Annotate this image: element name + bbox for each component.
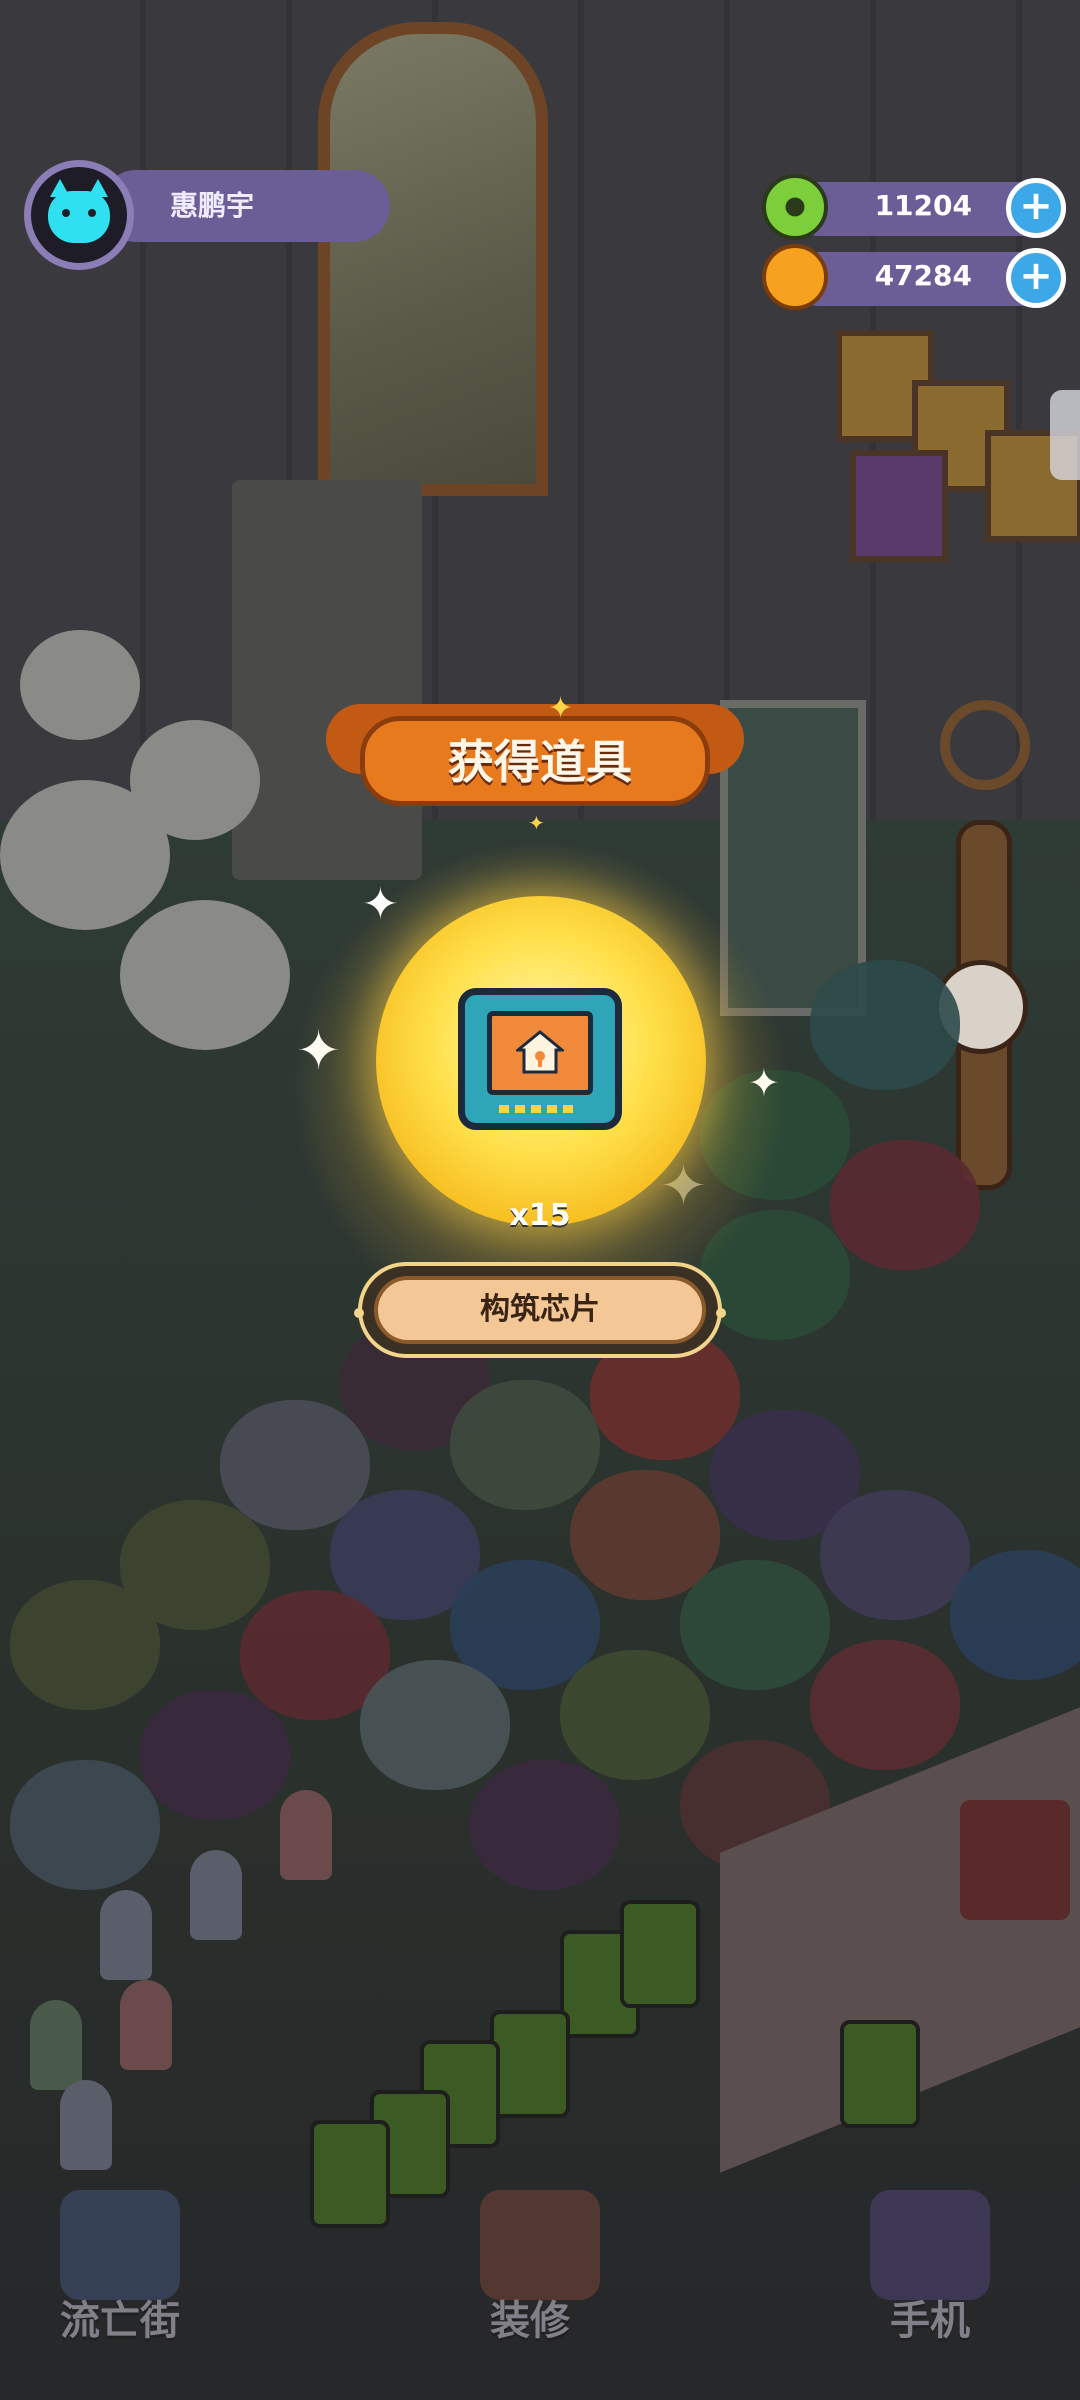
banner-front-ribbon: 获得道具 bbox=[360, 716, 710, 806]
building-chip-icon bbox=[458, 988, 622, 1130]
reward-quantity: x15 bbox=[509, 1198, 571, 1233]
nav-decorate-label: 装修 bbox=[490, 2298, 570, 2344]
phone-icon bbox=[870, 2190, 990, 2300]
reward-item-name-pill: 构筑芯片 bbox=[354, 1262, 726, 1358]
sparkle-icon: ✦ bbox=[528, 811, 545, 835]
reward-item-name: 构筑芯片 bbox=[480, 1292, 600, 1327]
hammer-icon bbox=[480, 2190, 600, 2300]
nav-exile-street-button[interactable]: 流亡街 bbox=[30, 2180, 210, 2360]
pill-dot bbox=[354, 1308, 364, 1318]
nav-decorate-button[interactable]: 装修 bbox=[450, 2180, 630, 2360]
pill-dot bbox=[716, 1308, 726, 1318]
reward-dialog[interactable]: 获得道具 ✦ ✦ ✦ ✦ ✦ ✦ x15 构筑芯片 bbox=[0, 0, 1080, 2400]
house-lock-icon bbox=[516, 1030, 564, 1074]
reward-item-name-inner: 构筑芯片 bbox=[374, 1276, 706, 1344]
nav-phone-label: 手机 bbox=[890, 2298, 970, 2344]
reward-title: 获得道具 bbox=[448, 735, 632, 789]
reward-title-banner: 获得道具 bbox=[320, 690, 750, 822]
chip-pins bbox=[499, 1105, 579, 1113]
sparkle-icon: ✦ bbox=[548, 691, 574, 726]
nav-phone-button[interactable]: 手机 bbox=[840, 2180, 1020, 2360]
nav-exile-street-label: 流亡街 bbox=[60, 2298, 180, 2344]
chip-panel bbox=[487, 1011, 593, 1095]
rocket-portal-icon bbox=[60, 2190, 180, 2300]
